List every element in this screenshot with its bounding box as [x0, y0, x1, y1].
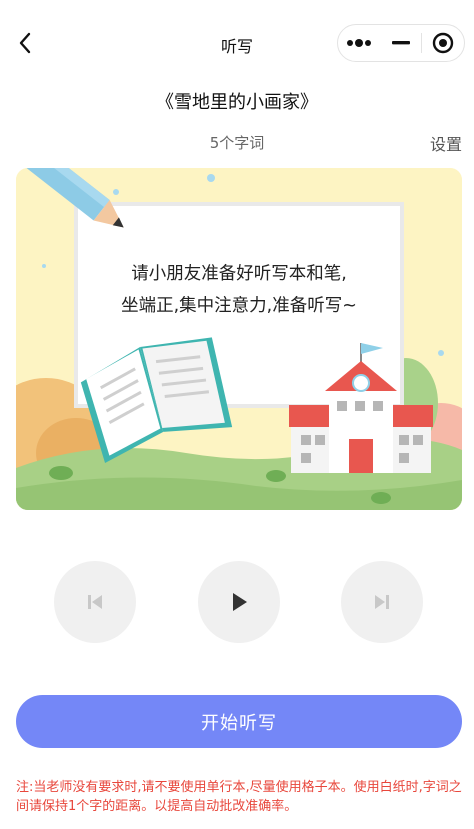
notice-text: 注:当老师没有要求时,请不要使用单行本,尽量使用格子本。使用白纸时,字词之间请保…	[16, 780, 462, 814]
instruction-line-1: 请小朋友准备好听写本和笔,	[131, 264, 347, 284]
more-button[interactable]	[338, 25, 380, 61]
previous-button[interactable]	[54, 561, 136, 643]
close-miniprogram-button[interactable]	[422, 25, 464, 61]
play-icon	[233, 593, 247, 611]
word-count: 5个字词	[209, 134, 265, 152]
instruction-line-2: 坐端正,集中注意力,准备听写~	[121, 296, 357, 316]
minimize-button[interactable]	[380, 25, 422, 61]
next-button[interactable]	[341, 561, 423, 643]
skip-next-icon	[375, 595, 389, 609]
start-dictation-button[interactable]: 开始听写	[16, 695, 462, 748]
minus-icon	[391, 41, 410, 45]
mini-program-capsule	[337, 24, 465, 62]
play-button[interactable]	[198, 561, 280, 643]
classroom-illustration	[16, 168, 462, 510]
navigation-bar: 听写	[0, 0, 474, 86]
target-circle-icon	[432, 32, 454, 54]
lesson-title: 《雪地里的小画家》	[156, 92, 318, 113]
more-dots-icon	[346, 39, 371, 47]
illustration-card: 请小朋友准备好听写本和笔, 坐端正,集中注意力,准备听写~	[16, 168, 462, 510]
settings-link[interactable]: 设置	[430, 131, 462, 155]
skip-previous-icon	[88, 595, 102, 609]
